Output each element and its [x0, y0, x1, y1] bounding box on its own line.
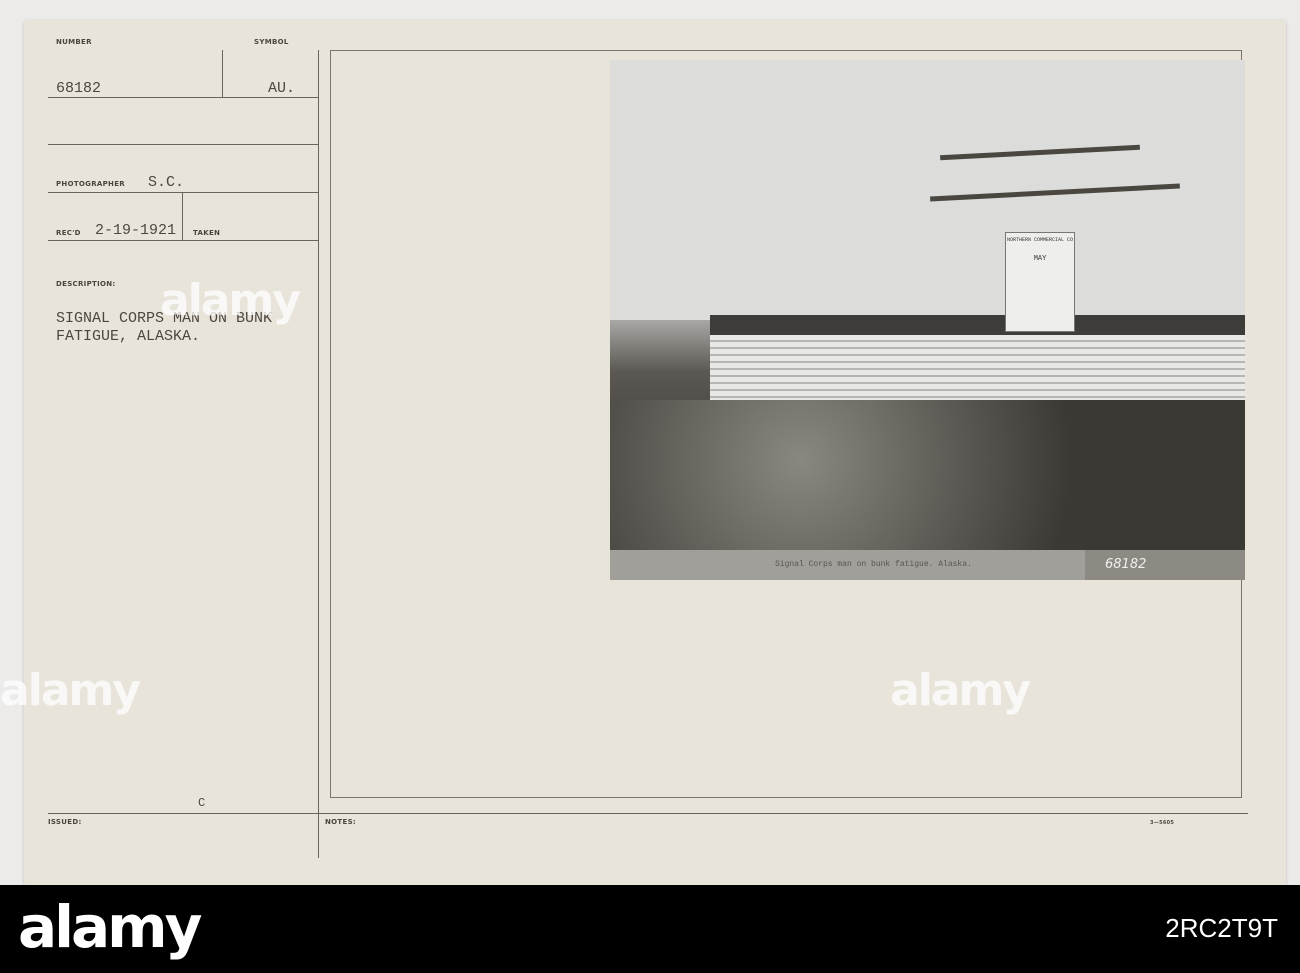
- image-id: 2RC2T9T: [1165, 913, 1278, 943]
- number-label: NUMBER: [56, 38, 92, 46]
- calendar-month: MAY: [1033, 255, 1047, 263]
- number-value: 68182: [56, 80, 102, 97]
- blanket: [710, 335, 1245, 405]
- photo-caption-strip: Signal Corps man on bunk fatigue. Alaska…: [610, 550, 1245, 580]
- footer-bar: alamy 2RC2T9T: [0, 885, 1300, 973]
- divider: [182, 192, 183, 240]
- archival-photograph: NORTHERN COMMERCIAL CO MAY Signal Corps …: [610, 60, 1245, 580]
- form-number: 3—5605: [1150, 820, 1175, 826]
- fur-pelts: [610, 400, 1245, 550]
- symbol-label: SYMBOL: [254, 38, 289, 46]
- photo-caption: Signal Corps man on bunk fatigue. Alaska…: [775, 560, 972, 569]
- issued-label: ISSUED:: [48, 818, 82, 826]
- taken-label: TAKEN: [193, 229, 221, 237]
- recd-value: 2-19-1921: [95, 222, 177, 239]
- photo-number: 68182: [1085, 550, 1245, 580]
- divider: [48, 813, 1248, 814]
- notes-label: NOTES:: [325, 818, 357, 826]
- description-label: DESCRIPTION:: [56, 280, 116, 288]
- alamy-logo: alamy: [18, 893, 202, 961]
- recd-label: REC'D: [56, 229, 81, 237]
- divider: [48, 240, 318, 241]
- symbol-value: AU.: [268, 80, 296, 97]
- bunk-rail: [710, 315, 1245, 337]
- photographer-label: PHOTOGRAPHER: [56, 180, 125, 188]
- divider: [48, 97, 318, 98]
- column-divider: [318, 50, 319, 858]
- watermark: alamy: [890, 665, 1031, 716]
- calendar-header: NORTHERN COMMERCIAL CO: [1006, 237, 1073, 243]
- divider: [48, 144, 318, 145]
- divider: [48, 192, 318, 193]
- description-line-2: FATIGUE, ALASKA.: [56, 328, 201, 345]
- divider: [222, 50, 223, 98]
- watermark: alamy: [160, 275, 301, 326]
- watermark: alamy: [0, 665, 141, 716]
- issued-value: C: [198, 796, 206, 810]
- wall-calendar: NORTHERN COMMERCIAL CO MAY: [1005, 232, 1075, 332]
- photographer-value: S.C.: [148, 174, 185, 191]
